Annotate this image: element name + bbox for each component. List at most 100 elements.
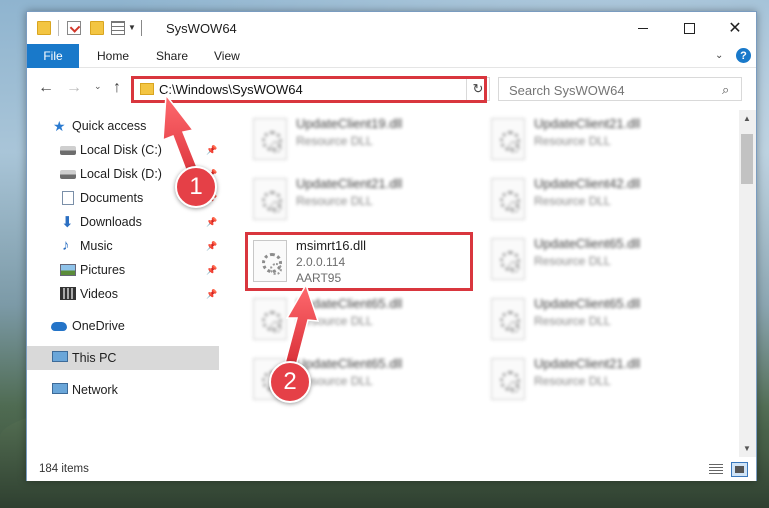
customize-toolbar-chevron-icon[interactable]: ▼: [128, 23, 136, 32]
file-list: UpdateClient19.dll Resource DLL UpdateCl…: [221, 110, 739, 457]
search-icon[interactable]: ⌕: [722, 82, 729, 98]
dll-file-icon: [491, 178, 525, 220]
tab-view[interactable]: View: [214, 49, 240, 63]
sidebar-item-pictures[interactable]: Pictures 📌: [27, 258, 219, 282]
dll-file-icon: [253, 118, 287, 160]
file-description: Resource DLL: [534, 194, 611, 208]
step-1-badge: 1: [175, 166, 217, 208]
dll-file-icon: [253, 298, 287, 340]
documents-icon: [62, 191, 74, 205]
sidebar-item-onedrive[interactable]: OneDrive: [27, 314, 219, 338]
file-description: Resource DLL: [296, 194, 373, 208]
file-description: Resource DLL: [534, 254, 611, 268]
back-button[interactable]: ←: [38, 79, 54, 97]
item-count: 184 items: [39, 463, 89, 475]
dll-file-icon: [491, 358, 525, 400]
status-bar: 184 items: [27, 458, 756, 481]
file-item[interactable]: UpdateClient65.dll Resource DLL: [245, 292, 475, 350]
music-icon: ♪: [62, 237, 70, 254]
minimize-button[interactable]: [620, 12, 666, 44]
file-item[interactable]: UpdateClient21.dll Resource DLL: [483, 112, 713, 170]
sidebar-item-local-disk-c[interactable]: Local Disk (C:) 📌: [27, 138, 219, 162]
sidebar-item-label: Documents: [80, 191, 144, 205]
step-2-badge: 2: [269, 361, 311, 403]
file-item[interactable]: UpdateClient65.dll Resource DLL: [483, 232, 713, 290]
help-button[interactable]: ?: [736, 48, 751, 63]
file-name: UpdateClient65.dll: [296, 296, 403, 311]
toolbar-separator: [58, 20, 59, 36]
file-description: Resource DLL: [534, 374, 611, 388]
file-item[interactable]: UpdateClient21.dll Resource DLL: [483, 352, 713, 410]
sidebar-item-label: OneDrive: [72, 319, 125, 333]
recent-locations-chevron-icon[interactable]: ⌄: [94, 81, 102, 92]
computer-icon: [52, 351, 68, 362]
maximize-button[interactable]: [666, 12, 712, 44]
new-folder-icon[interactable]: [90, 21, 104, 35]
scroll-down-arrow-icon[interactable]: ▼: [743, 444, 751, 453]
sidebar-item-this-pc[interactable]: This PC: [27, 346, 219, 370]
tab-share[interactable]: Share: [156, 49, 188, 63]
file-item[interactable]: UpdateClient19.dll Resource DLL: [245, 112, 475, 170]
large-icons-view-icon[interactable]: [731, 462, 748, 477]
close-button[interactable]: ✕: [712, 12, 758, 44]
drive-icon: [60, 170, 76, 179]
file-description: Resource DLL: [296, 314, 373, 328]
cloud-icon: [51, 322, 67, 331]
pin-icon[interactable]: 📌: [206, 145, 217, 156]
file-explorer-window: ▼ SysWOW64 ✕ File Home Share View ⌄ ? ← …: [26, 11, 757, 481]
sidebar-item-label: Local Disk (C:): [80, 143, 162, 157]
file-name: msimrt16.dll: [296, 238, 367, 253]
details-view-icon[interactable]: [709, 464, 723, 475]
forward-button[interactable]: →: [66, 79, 82, 97]
file-item[interactable]: UpdateClient42.dll Resource DLL: [483, 172, 713, 230]
sidebar-item-label: Quick access: [72, 119, 147, 133]
scrollbar-thumb[interactable]: [741, 134, 753, 184]
file-name: UpdateClient21.dll: [296, 176, 403, 191]
pin-icon[interactable]: 📌: [206, 265, 217, 276]
navigation-pane: ★ Quick access Local Disk (C:) 📌 Local D…: [27, 110, 220, 457]
tab-file[interactable]: File: [27, 44, 79, 68]
sidebar-item-music[interactable]: ♪ Music 📌: [27, 234, 219, 258]
folder-icon: [140, 83, 154, 95]
file-name: UpdateClient19.dll: [296, 116, 403, 131]
dll-file-icon: [491, 298, 525, 340]
pin-icon[interactable]: 📌: [206, 217, 217, 228]
videos-icon: [60, 287, 76, 300]
file-item-msimrt16[interactable]: msimrt16.dll 2.0.0.114 AART95: [245, 234, 475, 292]
sidebar-item-label: Network: [72, 383, 118, 397]
address-bar[interactable]: C:\Windows\SysWOW64 ⌄: [133, 77, 485, 101]
dll-file-icon: [491, 118, 525, 160]
expand-ribbon-chevron-icon[interactable]: ⌄: [715, 50, 723, 61]
sidebar-item-label: Pictures: [80, 263, 126, 277]
file-company: AART95: [296, 271, 342, 285]
up-button[interactable]: ↑: [113, 79, 121, 97]
vertical-scrollbar[interactable]: ▲ ▼: [739, 110, 756, 457]
sidebar-item-label: Music: [80, 239, 113, 253]
refresh-button[interactable]: ↻: [466, 77, 490, 101]
file-name: UpdateClient42.dll: [534, 176, 641, 191]
sidebar-item-videos[interactable]: Videos 📌: [27, 282, 219, 306]
sidebar-item-label: Downloads: [80, 215, 142, 229]
file-description: Resource DLL: [534, 134, 611, 148]
sidebar-item-quick-access[interactable]: ★ Quick access: [27, 114, 219, 138]
tab-home[interactable]: Home: [97, 49, 129, 63]
search-box[interactable]: ⌕: [498, 77, 742, 101]
file-item[interactable]: UpdateClient65.dll Resource DLL: [483, 292, 713, 350]
search-input[interactable]: [509, 83, 709, 98]
file-item[interactable]: UpdateClient21.dll Resource DLL: [245, 172, 475, 230]
sidebar-item-network[interactable]: Network: [27, 378, 219, 402]
pin-icon[interactable]: 📌: [206, 289, 217, 300]
sidebar-item-downloads[interactable]: ⬇ Downloads 📌: [27, 210, 219, 234]
file-name: UpdateClient65.dll: [534, 236, 641, 251]
file-name: UpdateClient21.dll: [534, 116, 641, 131]
pin-icon[interactable]: 📌: [206, 241, 217, 252]
properties-icon[interactable]: [67, 21, 81, 35]
dll-file-icon: [253, 178, 287, 220]
view-icon[interactable]: [111, 21, 125, 35]
scroll-up-arrow-icon[interactable]: ▲: [743, 114, 751, 123]
star-icon: ★: [53, 118, 66, 134]
address-path[interactable]: C:\Windows\SysWOW64: [159, 82, 303, 97]
dll-file-icon: [491, 238, 525, 280]
sidebar-item-label: Local Disk (D:): [80, 167, 162, 181]
ribbon-tabs: File Home Share View ⌄ ?: [27, 44, 756, 68]
